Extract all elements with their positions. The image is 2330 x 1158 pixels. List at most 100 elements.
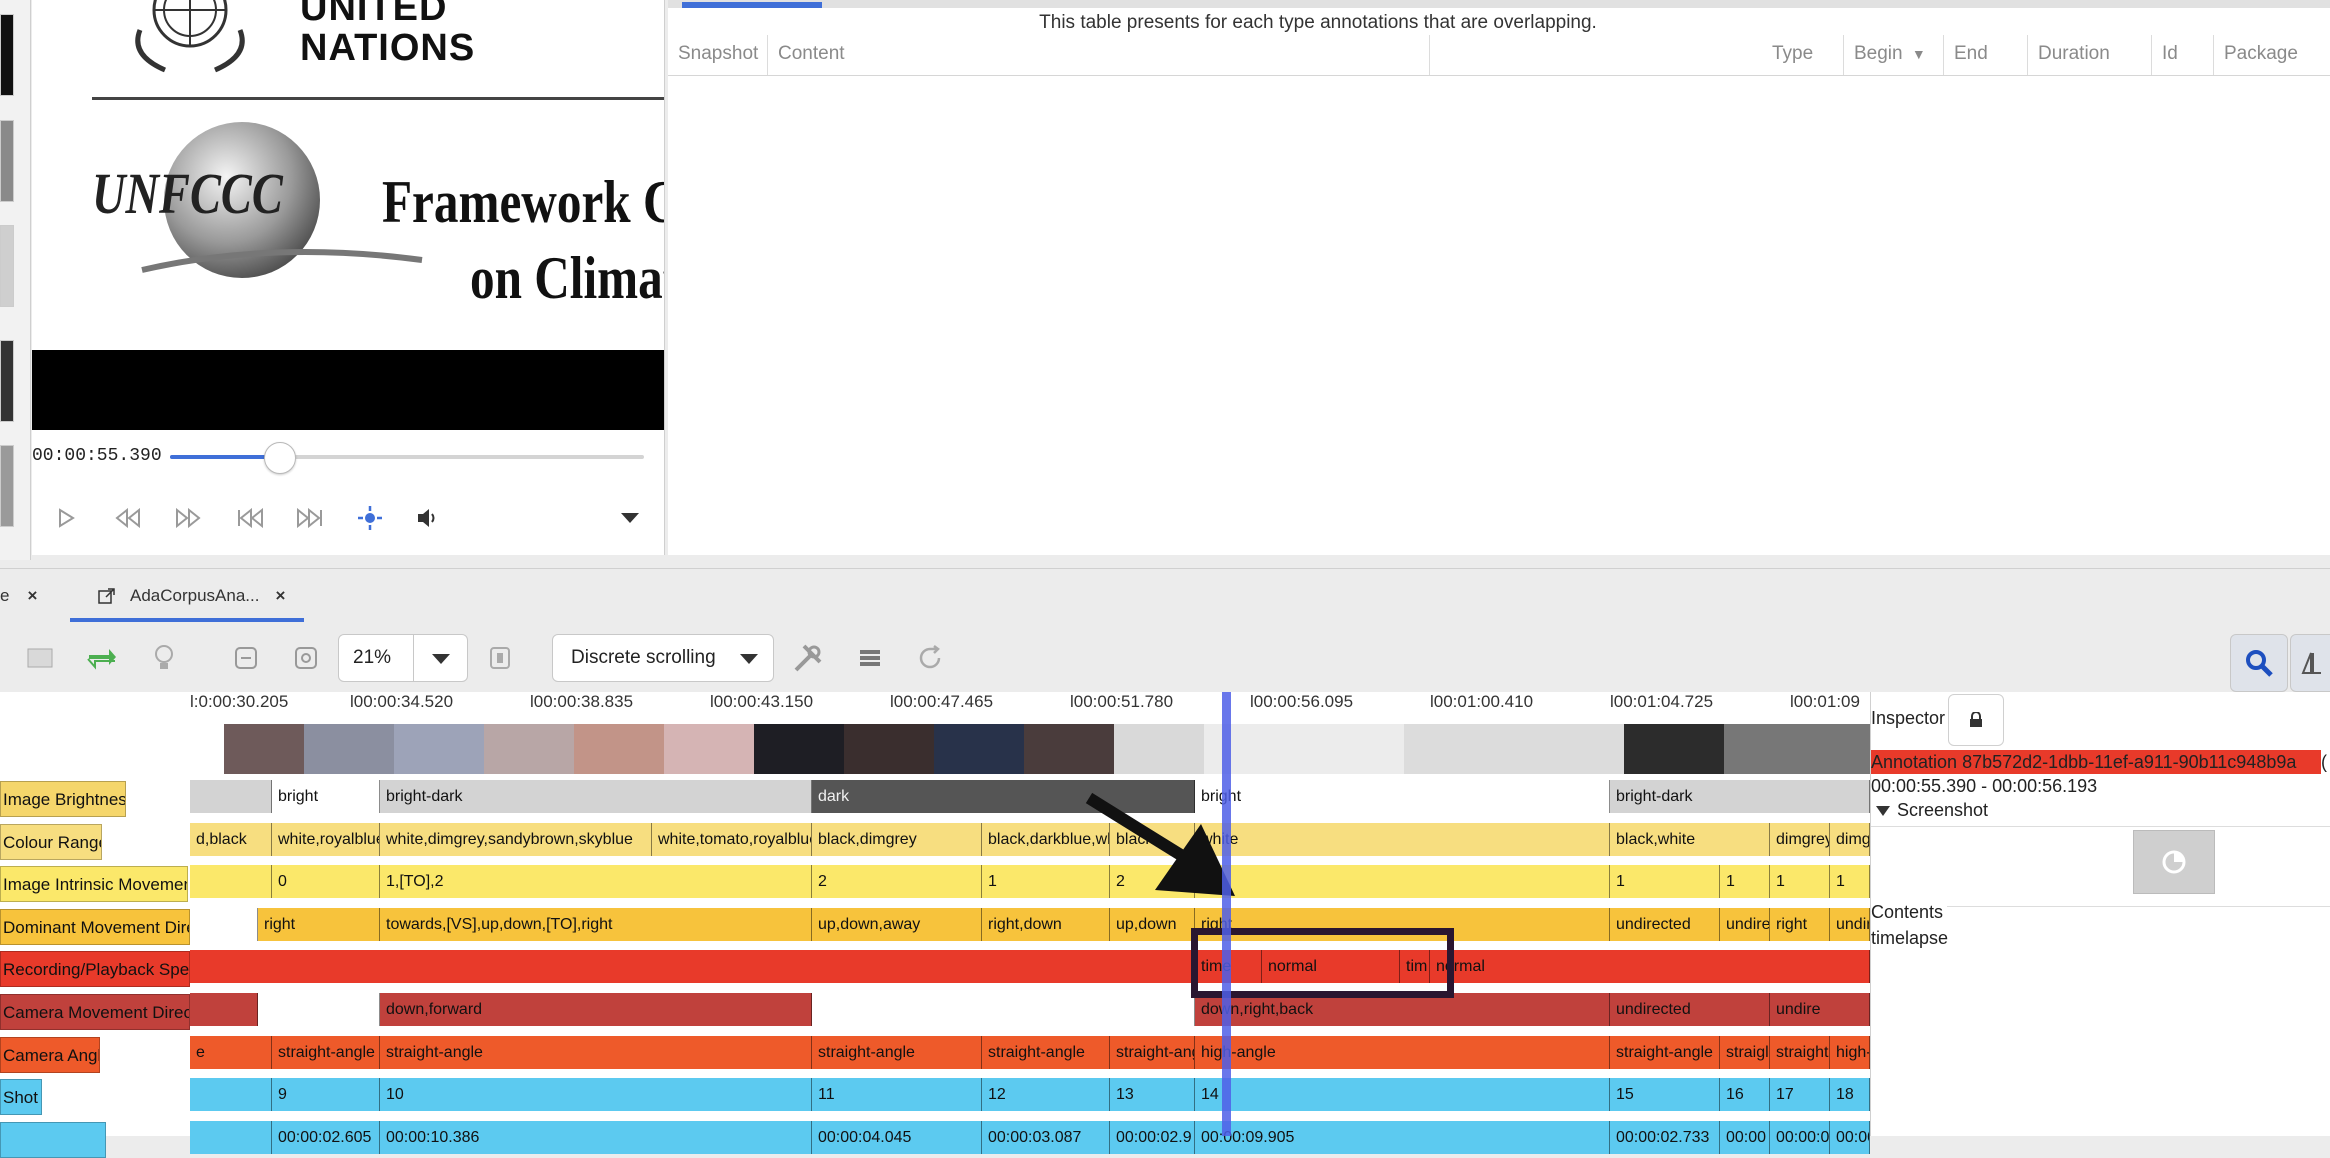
annotation-segment[interactable]: up,down,away (812, 907, 982, 941)
page-icon[interactable] (480, 638, 520, 678)
annotation-segment[interactable]: straigl (1720, 1035, 1770, 1069)
annotation-segment[interactable]: bright-dark (1610, 780, 1870, 813)
annotation-segment[interactable]: 18 (1830, 1078, 1870, 1112)
annotation-segment[interactable]: 11 (812, 1078, 982, 1112)
track-label[interactable]: Image Brightness (0, 781, 126, 817)
refresh-arrow-icon[interactable] (82, 638, 122, 678)
annotation-segment[interactable]: undirected (1610, 993, 1770, 1026)
annotation-segment[interactable] (190, 950, 1195, 984)
annotation-segment[interactable]: bright (272, 780, 380, 813)
annotation-segment[interactable]: straight-ang (1110, 1035, 1195, 1069)
strip-thumbnail[interactable] (0, 225, 14, 307)
annotation-segment[interactable]: up,down (1110, 907, 1195, 941)
zoom-select[interactable]: 21% (338, 634, 468, 682)
annotation-segment[interactable]: undire (1720, 907, 1770, 941)
column-header-content[interactable]: Content (768, 35, 1430, 75)
annotation-segment[interactable]: white,tomato,royalblue (652, 822, 812, 856)
annotation-segment[interactable]: straight-angle (982, 1035, 1110, 1069)
column-header-begin[interactable]: Begin ▼ (1844, 35, 1944, 75)
track-label[interactable]: Dominant Movement Direc (0, 908, 190, 945)
scroll-mode-select[interactable]: Discrete scrolling (552, 634, 774, 682)
annotation-segment[interactable] (812, 993, 1195, 1026)
annotation-segment[interactable]: 1 (1770, 865, 1830, 899)
annotation-segment[interactable]: towards,[VS],up,down,[TO],right (380, 907, 812, 941)
reload-icon[interactable] (910, 638, 950, 678)
track-label[interactable] (0, 1121, 106, 1158)
detach-icon[interactable] (98, 587, 116, 605)
column-header-duration[interactable]: Duration (2028, 35, 2152, 75)
close-icon[interactable]: × (275, 586, 285, 606)
annotation-segment[interactable]: 17 (1770, 1078, 1830, 1112)
annotation-segment[interactable]: high-angle (1195, 1035, 1610, 1069)
annotation-segment[interactable]: 1,[TO],2 (380, 865, 812, 899)
annotation-segment[interactable]: 9 (272, 1078, 380, 1112)
flip-icon[interactable] (2290, 634, 2330, 692)
column-header-snapshot[interactable]: Snapshot (668, 35, 768, 75)
step-back-icon[interactable] (110, 500, 146, 536)
step-forward-icon[interactable] (170, 500, 206, 536)
annotation-segment[interactable]: undire (1770, 993, 1870, 1026)
annotation-segment[interactable]: 00:00:03.087 (982, 1120, 1110, 1154)
screenshot-thumbnail[interactable] (2133, 830, 2215, 894)
tab-adacorpus[interactable]: AdaCorpusAna... × (98, 569, 304, 623)
annotation-segment[interactable]: 16 (1720, 1078, 1770, 1112)
strip-thumbnail[interactable] (0, 120, 14, 202)
annotation-segment[interactable]: 00:00 (1830, 1120, 1870, 1154)
annotation-segment[interactable]: 0 (272, 865, 380, 899)
skip-start-icon[interactable] (232, 500, 268, 536)
playhead-cursor[interactable] (1222, 692, 1231, 1136)
annotation-segment[interactable] (190, 993, 258, 1026)
table-tab-indicator[interactable] (682, 2, 822, 8)
annotation-segment[interactable]: bright-dark (380, 780, 812, 813)
annotation-segment[interactable]: 15 (1610, 1078, 1720, 1112)
annotation-segment[interactable]: straight-angle (272, 1035, 380, 1069)
annotation-segment[interactable]: 00:00:02.733 (1610, 1120, 1720, 1154)
annotation-segment[interactable]: 00:00 (1720, 1120, 1770, 1154)
annotation-segment[interactable]: undir (1830, 907, 1870, 941)
video-thumbnail-strip[interactable] (224, 724, 1870, 774)
annotation-segment[interactable] (190, 1120, 272, 1154)
strip-thumbnail[interactable] (0, 445, 14, 527)
annotation-segment[interactable]: white,royalblue (272, 822, 380, 856)
fullscreen-icon[interactable] (352, 500, 388, 536)
annotation-segment[interactable] (190, 865, 272, 899)
annotation-segment[interactable] (190, 1078, 272, 1112)
column-header-end[interactable]: End (1944, 35, 2028, 75)
video-frame[interactable]: UNITED NATIONS UNFCCC Framework Con on C… (32, 0, 664, 430)
skip-end-icon[interactable] (292, 500, 328, 536)
tab-previous[interactable]: e × (0, 569, 50, 623)
lock-icon[interactable] (1948, 694, 2004, 746)
annotation-segment[interactable]: normal (1430, 950, 1870, 984)
annotation-segment[interactable]: straight-angle (380, 1035, 812, 1069)
annotation-segment[interactable]: 00:00:02.9 (1110, 1120, 1195, 1154)
annotation-segment[interactable]: 00:00:0 (1770, 1120, 1830, 1154)
screenshot-section-toggle[interactable]: Screenshot (1875, 800, 1988, 821)
annotation-segment[interactable]: e (190, 1035, 272, 1069)
annotation-segment[interactable]: down,forward (380, 993, 812, 1026)
snapshot-strip[interactable] (0, 0, 31, 560)
zoom-fit-icon[interactable] (226, 638, 266, 678)
annotation-segment[interactable]: 10 (380, 1078, 812, 1112)
chevron-down-icon[interactable] (431, 653, 451, 665)
annotation-id[interactable]: Annotation 87b572d2-1dbb-11ef-a911-90b11… (1871, 750, 2321, 774)
annotation-segment[interactable]: white (1195, 822, 1610, 856)
annotation-segment[interactable] (258, 993, 380, 1026)
track-label[interactable]: Image Intrinsic Movement (0, 866, 188, 903)
annotation-segment[interactable]: 1 (1610, 865, 1720, 899)
annotation-segment[interactable]: right,down (982, 907, 1110, 941)
column-header-package[interactable]: Package (2214, 35, 2330, 75)
annotation-segment[interactable]: dimg (1830, 822, 1870, 856)
annotation-segment[interactable]: 00:00:02.605 (272, 1120, 380, 1154)
annotation-segment[interactable]: 13 (1110, 1078, 1195, 1112)
annotation-segment[interactable]: 00:00:10.386 (380, 1120, 812, 1154)
volume-icon[interactable] (410, 500, 446, 536)
annotation-segment[interactable]: bright (1195, 780, 1610, 813)
chevron-down-icon[interactable] (612, 500, 648, 536)
chevron-down-icon[interactable] (739, 653, 759, 665)
track-label[interactable]: Recording/Playback Speed (0, 951, 190, 988)
annotation-segment[interactable]: 2 (812, 865, 982, 899)
annotation-segment[interactable]: straight-angle (1610, 1035, 1720, 1069)
annotation-segment[interactable]: 14 (1195, 1078, 1610, 1112)
strip-thumbnail[interactable] (0, 340, 14, 422)
square-icon[interactable] (20, 638, 60, 678)
